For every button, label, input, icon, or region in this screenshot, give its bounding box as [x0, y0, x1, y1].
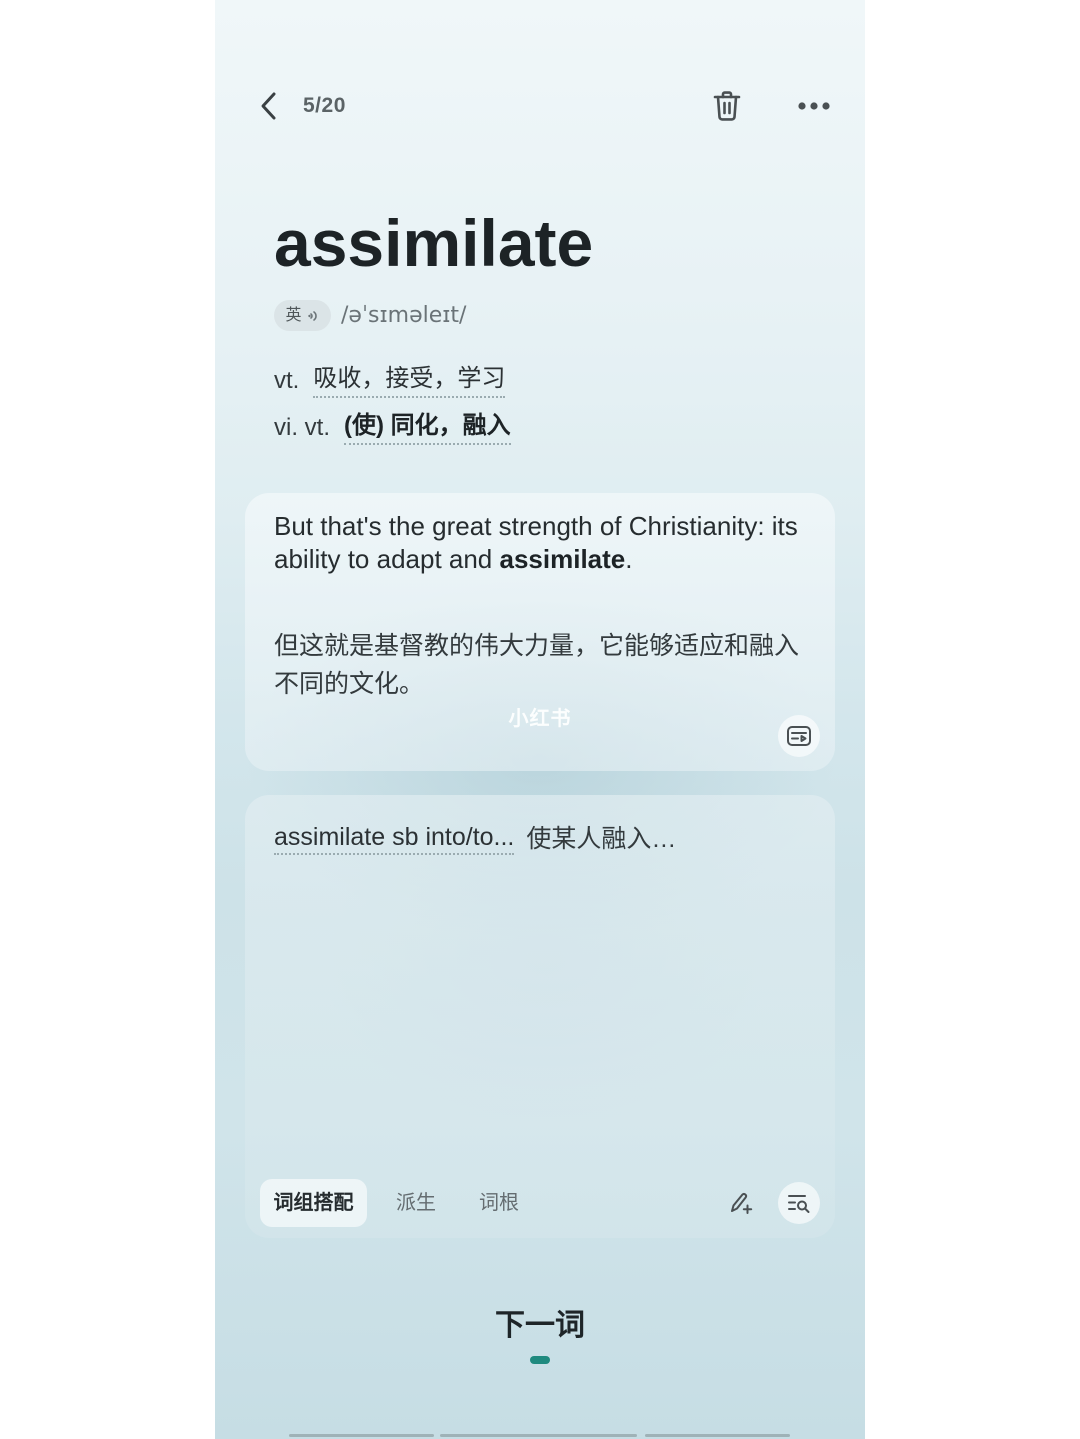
more-button[interactable]: [795, 96, 833, 116]
tab-word-roots[interactable]: 词根: [476, 1179, 522, 1227]
example-keyword: assimilate: [499, 544, 626, 574]
trash-icon: [713, 91, 741, 121]
bottom-divider: [440, 1434, 637, 1437]
phrase-meaning: 使某人融入…: [526, 824, 677, 853]
example-english-end: .: [625, 544, 633, 574]
add-note-button[interactable]: [727, 1189, 755, 1217]
example-action-button[interactable]: [778, 715, 820, 757]
lookup-button[interactable]: [778, 1182, 820, 1224]
part-of-speech: vi. vt.: [274, 414, 331, 441]
definition-row: vt. 吸收，接受，学习: [274, 364, 506, 398]
bottom-divider: [645, 1434, 790, 1437]
phrase-item[interactable]: assimilate sb into/to... 使某人融入…: [274, 822, 676, 855]
pen-plus-icon: [731, 1193, 753, 1214]
pronunciation-button[interactable]: 英: [274, 300, 331, 331]
definition-meaning[interactable]: 吸收，接受，学习: [313, 364, 506, 398]
definition-meaning[interactable]: (使) 同化，融入: [344, 411, 511, 445]
example-translation: 但这就是基督教的伟大力量，它能够适应和融入不同的文化。: [274, 632, 800, 698]
next-indicator: [530, 1356, 550, 1364]
phone-screen: 5/20 assimilate 英 /əˈsɪməleɪt/ vt. 吸收，接受…: [215, 0, 865, 1439]
list-search-icon: [788, 1195, 810, 1213]
next-word-button[interactable]: 下一词: [215, 1308, 865, 1344]
progress-counter: 5/20: [303, 94, 346, 117]
speaker-icon: [307, 310, 317, 321]
example-english: But that's the great strength of Christi…: [274, 510, 804, 576]
headword: assimilate: [274, 206, 594, 280]
phonetic-transcription: /əˈsɪməleɪt/: [341, 303, 467, 328]
part-of-speech: vt.: [274, 367, 300, 394]
tab-phrases[interactable]: 词组搭配: [260, 1179, 367, 1227]
tab-derivatives[interactable]: 派生: [393, 1179, 439, 1227]
bottom-divider: [289, 1434, 434, 1437]
example-sentence-card: But that's the great strength of Christi…: [245, 493, 835, 771]
chevron-left-icon: [261, 92, 276, 120]
word-details-card: assimilate sb into/to... 使某人融入… 词组搭配 派生 …: [245, 795, 835, 1238]
watermark: 小红书: [508, 708, 572, 730]
delete-button[interactable]: [712, 89, 742, 123]
phrase-text[interactable]: assimilate sb into/to...: [274, 822, 515, 855]
more-dots-icon: [798, 102, 830, 110]
definition-row: vi. vt. (使) 同化，融入: [274, 411, 511, 445]
subtitle-card-icon: [787, 726, 811, 746]
accent-label: 英: [285, 306, 302, 324]
back-button[interactable]: [253, 90, 283, 122]
